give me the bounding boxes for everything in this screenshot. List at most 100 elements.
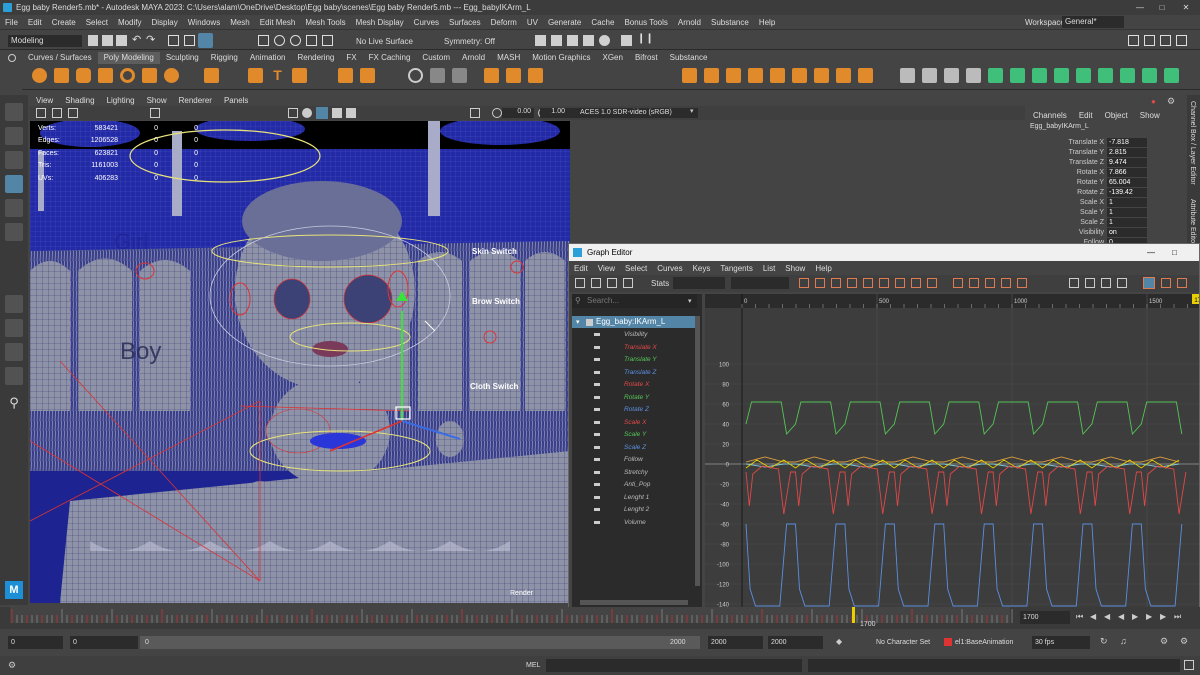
- region-tool-icon[interactable]: [623, 278, 633, 288]
- channel-row[interactable]: Translate Y 2.815: [1027, 147, 1187, 157]
- range-slider-track[interactable]: [140, 636, 700, 649]
- time-slider-playhead[interactable]: [852, 607, 855, 623]
- target-weld-icon[interactable]: [506, 68, 521, 83]
- attribute-item[interactable]: Rotate X: [624, 380, 649, 389]
- attribute-item[interactable]: Rotate Y: [624, 393, 649, 402]
- auto-map-icon[interactable]: [1054, 68, 1069, 83]
- shelf-tab-animation[interactable]: Animation: [244, 52, 292, 64]
- shelf-tab-bifrost[interactable]: Bifrost: [629, 52, 664, 64]
- animation-end-field[interactable]: 2000: [768, 636, 823, 649]
- view-transform-select[interactable]: ACES 1.0 SDR-video (sRGB): [566, 108, 698, 118]
- step-tangent-icon[interactable]: [911, 278, 921, 288]
- shelf-tab-arnold[interactable]: Arnold: [456, 52, 491, 64]
- spherical-map-icon[interactable]: [1032, 68, 1047, 83]
- camera-select-icon[interactable]: [36, 108, 46, 118]
- planar-map-icon[interactable]: [988, 68, 1003, 83]
- poly-cylinder-icon[interactable]: [76, 68, 91, 83]
- fill-hole-icon[interactable]: [748, 68, 763, 83]
- animation-prefs-icon[interactable]: ⚙: [1160, 636, 1168, 647]
- menu-Select[interactable]: Select: [81, 18, 113, 27]
- layout-icon[interactable]: [1128, 35, 1139, 46]
- quad-draw-icon[interactable]: [528, 68, 543, 83]
- shelf-tab-xgen[interactable]: XGen: [596, 52, 628, 64]
- textured-icon[interactable]: [332, 108, 342, 118]
- new-scene-icon[interactable]: [88, 35, 98, 46]
- poly-cube-icon[interactable]: [54, 68, 69, 83]
- play-forwards-icon[interactable]: ▶: [1132, 612, 1138, 621]
- paint-icon[interactable]: [944, 68, 959, 83]
- shelf-tab-custom[interactable]: Custom: [416, 52, 456, 64]
- graph-editor-curve-view[interactable]: 100806040200-20-40-60-80-100-120-140-160…: [705, 294, 1199, 612]
- attribute-item[interactable]: Anti_Pop: [624, 480, 650, 489]
- wireframe-on-shaded-icon[interactable]: [316, 107, 328, 119]
- stats-value-field[interactable]: [731, 277, 789, 289]
- menu-Surfaces[interactable]: Surfaces: [444, 18, 486, 27]
- cylindrical-map-icon[interactable]: [1010, 68, 1025, 83]
- ge-menu-curves[interactable]: Curves: [652, 262, 687, 275]
- channel-row[interactable]: Scale Y1: [1027, 207, 1187, 217]
- attribute-item[interactable]: Lenght 1: [624, 493, 649, 502]
- close-icon[interactable]: ✕: [1176, 0, 1196, 15]
- exposure-icon[interactable]: [492, 108, 502, 118]
- minimize-icon[interactable]: —: [1130, 0, 1150, 15]
- lattice-deform-icon[interactable]: [607, 278, 617, 288]
- smooth-icon[interactable]: [408, 68, 423, 83]
- menu-Mesh-Tools[interactable]: Mesh Tools: [300, 18, 350, 27]
- channel-box-menu-channels[interactable]: Channels: [1027, 111, 1073, 120]
- play-backwards-icon[interactable]: ◀: [1118, 612, 1124, 621]
- sew-uv-icon[interactable]: [1142, 68, 1157, 83]
- shelf-tab-sculpting[interactable]: Sculpting: [160, 52, 205, 64]
- menu-Mesh-Display[interactable]: Mesh Display: [351, 18, 409, 27]
- gamma-field[interactable]: 1.00: [540, 108, 568, 118]
- render-view-icon[interactable]: [535, 35, 546, 46]
- menu-Windows[interactable]: Windows: [183, 18, 225, 27]
- channel-row[interactable]: Translate Z 9.474: [1027, 157, 1187, 167]
- ge-menu-tangents[interactable]: Tangents: [715, 262, 757, 275]
- append-icon[interactable]: [770, 68, 785, 83]
- attribute-item[interactable]: Scale Y: [624, 430, 646, 439]
- menu-Generate[interactable]: Generate: [543, 18, 586, 27]
- shelf-tab-fx-caching[interactable]: FX Caching: [363, 52, 417, 64]
- redo-icon[interactable]: ↷: [146, 33, 155, 46]
- poly-sphere-icon[interactable]: [32, 68, 47, 83]
- attribute-item[interactable]: Follow: [624, 455, 643, 464]
- panel-menu-lighting[interactable]: Lighting: [101, 95, 141, 106]
- channel-row[interactable]: Scale X1: [1027, 197, 1187, 207]
- ge-menu-help[interactable]: Help: [810, 262, 836, 275]
- panel-menu-renderer[interactable]: Renderer: [173, 95, 218, 106]
- go-to-end-icon[interactable]: ⏭: [1174, 612, 1181, 622]
- save-scene-icon[interactable]: [116, 35, 127, 46]
- scale-tool-icon[interactable]: [5, 223, 23, 241]
- playback-start-field[interactable]: 0: [70, 636, 138, 649]
- channel-row[interactable]: Translate X -7.818: [1027, 137, 1187, 147]
- select-hierarchy-icon[interactable]: [168, 35, 179, 46]
- tangent-type-b-icon[interactable]: [1085, 278, 1095, 288]
- maya-home-icon[interactable]: M: [5, 581, 23, 599]
- symmetry-field[interactable]: Symmetry: Off: [444, 37, 495, 46]
- snap-view-plane-icon[interactable]: [306, 35, 317, 46]
- render-icon[interactable]: [551, 35, 562, 46]
- sculpt-icon[interactable]: [922, 68, 937, 83]
- snap-grid-icon[interactable]: [258, 35, 269, 46]
- free-tangent-weight-icon[interactable]: [1001, 278, 1011, 288]
- multi-cut-icon[interactable]: [484, 68, 499, 83]
- auto-tangent-icon[interactable]: [831, 278, 841, 288]
- toggle-tool-settings-icon[interactable]: [1176, 35, 1187, 46]
- channel-box-menu-show[interactable]: Show: [1134, 111, 1166, 120]
- flat-tangent-icon[interactable]: [895, 278, 905, 288]
- panel-menu-panels[interactable]: Panels: [218, 95, 254, 106]
- wireframe-shading-icon[interactable]: [288, 108, 298, 118]
- undo-icon[interactable]: ↶: [132, 33, 141, 46]
- four-view-layout-icon[interactable]: [5, 319, 23, 337]
- select-tool-icon[interactable]: [5, 103, 23, 121]
- rotate-tool-icon[interactable]: [5, 199, 23, 217]
- hypershade-icon[interactable]: [599, 35, 610, 46]
- spline-tangent-icon[interactable]: [847, 278, 857, 288]
- boolean-icon[interactable]: [452, 68, 467, 83]
- channel-row[interactable]: Rotate X 7.866: [1027, 167, 1187, 177]
- menu-Bonus-Tools[interactable]: Bonus Tools: [619, 18, 672, 27]
- weighted-tangents-icon[interactable]: [985, 278, 995, 288]
- crease-icon[interactable]: [900, 68, 915, 83]
- grid-toggle-icon[interactable]: [150, 108, 160, 118]
- attribute-item[interactable]: Volume: [624, 518, 646, 527]
